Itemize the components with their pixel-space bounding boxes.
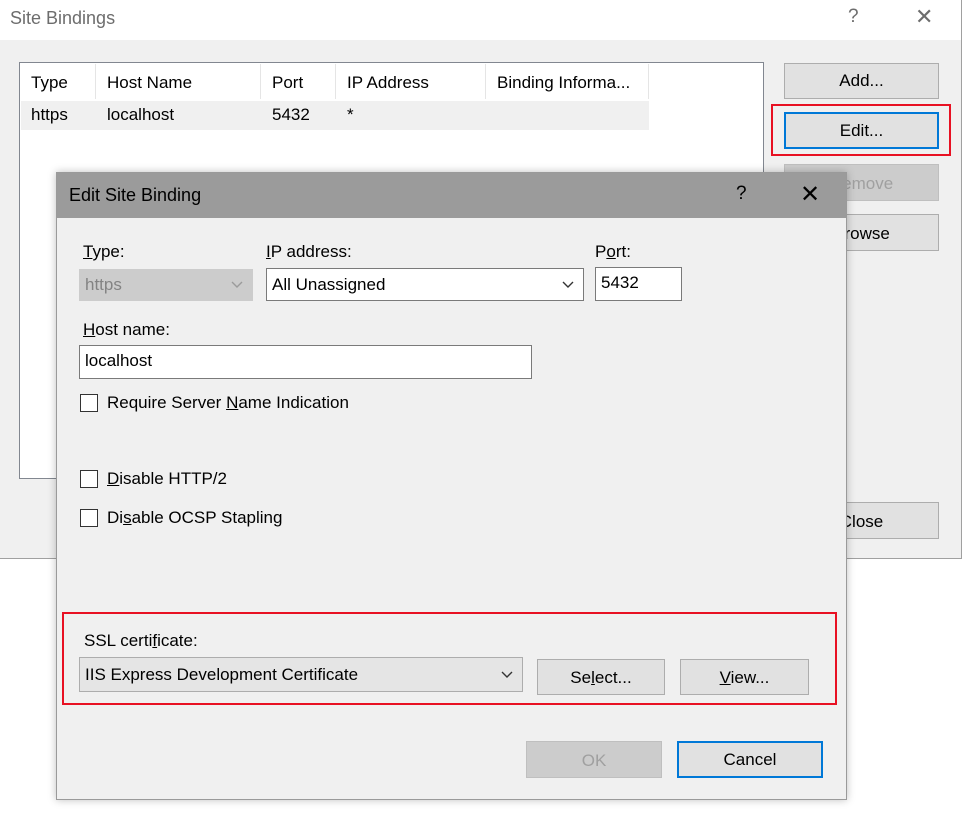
sni-checkbox[interactable]: [80, 394, 98, 412]
type-label: Type:: [83, 242, 125, 261]
edit-site-binding-titlebar: Edit Site Binding ? ✕: [57, 173, 846, 218]
help-icon[interactable]: ?: [848, 6, 859, 28]
sni-label[interactable]: Require Server Name Indication: [107, 393, 349, 413]
column-header-binding-information[interactable]: Binding Informa...: [486, 64, 649, 99]
column-header-ip-address[interactable]: IP Address: [336, 64, 486, 99]
ssl-certificate-select[interactable]: IIS Express Development Certificate: [79, 657, 523, 692]
chevron-down-icon: [501, 671, 513, 678]
ssl-certificate-value: IIS Express Development Certificate: [85, 665, 359, 684]
type-select[interactable]: https: [79, 269, 253, 301]
select-certificate-button[interactable]: Select...: [537, 659, 665, 695]
ip-address-value: All Unassigned: [272, 275, 386, 294]
site-bindings-title: Site Bindings: [10, 8, 116, 28]
chevron-down-icon: [231, 281, 243, 288]
ip-address-label: IP address:: [266, 242, 352, 261]
cancel-button[interactable]: Cancel: [677, 741, 823, 778]
close-icon[interactable]: ✕: [800, 180, 820, 209]
edit-button[interactable]: Edit...: [784, 112, 939, 149]
host-name-field[interactable]: localhost: [79, 345, 532, 379]
edit-site-binding-title: Edit Site Binding: [69, 185, 202, 205]
port-label: Port:: [595, 242, 631, 261]
port-field[interactable]: 5432: [595, 267, 682, 301]
close-icon[interactable]: ✕: [915, 4, 933, 30]
edit-site-binding-dialog: Edit Site Binding ? ✕ Type: https IP add…: [56, 172, 847, 800]
disable-http2-label[interactable]: Disable HTTP/2: [107, 469, 227, 489]
cell-ip-address: *: [347, 105, 354, 124]
cell-host-name: localhost: [107, 105, 175, 124]
ip-address-select[interactable]: All Unassigned: [266, 268, 584, 301]
disable-http2-checkbox[interactable]: [80, 470, 98, 488]
ok-button[interactable]: OK: [526, 741, 662, 778]
add-button[interactable]: Add...: [784, 63, 939, 99]
site-bindings-titlebar: Site Bindings ? ✕: [0, 0, 961, 40]
chevron-down-icon: [562, 281, 574, 288]
host-name-label: Host name:: [83, 320, 170, 339]
view-certificate-button[interactable]: View...: [680, 659, 809, 695]
ssl-certificate-label: SSL certificate:: [84, 631, 198, 650]
cell-port: 5432: [272, 105, 310, 124]
column-header-host-name[interactable]: Host Name: [96, 64, 261, 99]
column-header-type[interactable]: Type: [20, 64, 96, 99]
type-value: https: [85, 275, 122, 294]
disable-ocsp-label[interactable]: Disable OCSP Stapling: [107, 508, 282, 528]
disable-ocsp-checkbox[interactable]: [80, 509, 98, 527]
help-icon[interactable]: ?: [736, 183, 747, 205]
cell-type: https: [31, 105, 68, 124]
column-header-port[interactable]: Port: [261, 64, 336, 99]
